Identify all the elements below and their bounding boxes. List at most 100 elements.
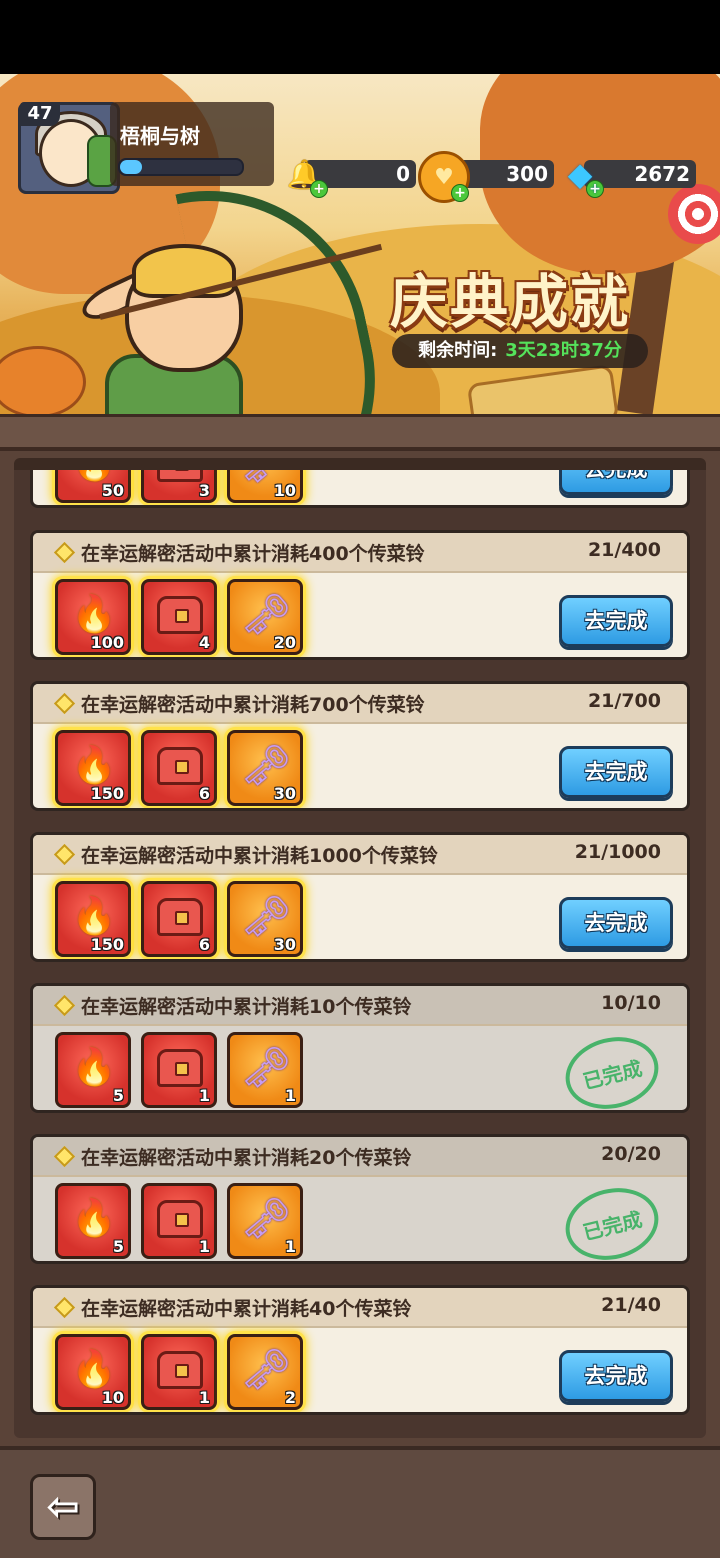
reward-item[interactable]: 🗝 1 [227, 1183, 303, 1259]
reward-quantity: 100 [90, 633, 124, 652]
add-coin-icon[interactable]: + [451, 184, 469, 202]
diamond-bullet-icon [53, 692, 76, 715]
task-card: 在幸运解密活动中累计消耗20个传菜铃 20/20 🔥 5 1 🗝 1 已完成 [30, 1134, 690, 1264]
task-progress: 21/400 [587, 539, 661, 561]
player-name: 梧桐与树 [120, 124, 200, 148]
reward-quantity: 30 [273, 935, 296, 954]
chest-icon [157, 1049, 203, 1087]
reward-quantity: 3 [198, 481, 210, 500]
event-title: 庆典成就 [390, 268, 631, 336]
chest-icon [157, 747, 203, 785]
chest-icon [157, 1200, 203, 1238]
diamond-bullet-icon [53, 541, 76, 564]
fire-icon: 🔥 [71, 594, 117, 635]
currency-coin[interactable]: 300 ♥ + [418, 151, 554, 203]
reward-quantity: 1 [198, 1086, 210, 1105]
reward-item[interactable]: 1 [141, 1032, 217, 1108]
back-button[interactable]: ⇦ [30, 1474, 96, 1540]
reward-quantity: 10 [101, 1388, 124, 1407]
reward-item[interactable]: 🔥 5 [55, 1183, 131, 1259]
task-title: 在幸运解密活动中累计消耗40个传菜铃 [81, 1298, 412, 1320]
list-top-edge [14, 458, 706, 470]
reward-quantity: 50 [101, 481, 124, 500]
reward-item[interactable]: 🗝 30 [227, 881, 303, 957]
task-progress: 20/20 [601, 1143, 661, 1165]
task-title: 在幸运解密活动中累计消耗20个传菜铃 [81, 1147, 412, 1169]
reward-quantity: 4 [198, 633, 210, 652]
reward-item[interactable]: 🗝 1 [227, 1032, 303, 1108]
go-complete-button[interactable]: 去完成 [559, 897, 673, 949]
add-diamond-icon[interactable]: + [586, 180, 604, 198]
level-badge: 47 [20, 102, 60, 126]
scroll-rail [0, 414, 720, 451]
task-header: 在幸运解密活动中累计消耗20个传菜铃 20/20 [33, 1137, 687, 1177]
reward-quantity: 1 [198, 1237, 210, 1256]
fire-icon: 🔥 [71, 896, 117, 937]
currency-diamond[interactable]: 2672 ◆ + [560, 155, 696, 198]
task-progress: 10/10 [601, 992, 661, 1014]
reward-item[interactable]: 4 [141, 579, 217, 655]
task-progress: 21/40 [601, 1294, 661, 1316]
reward-item[interactable]: 6 [141, 881, 217, 957]
bell-icon: 🔔 + [282, 152, 328, 198]
fire-icon: 🔥 [71, 1198, 117, 1239]
task-title: 在幸运解密活动中累计消耗400个传菜铃 [81, 543, 425, 565]
task-progress: 21/1000 [574, 841, 661, 863]
reward-quantity: 5 [112, 1237, 124, 1256]
reward-quantity: 6 [198, 935, 210, 954]
reward-item[interactable]: 1 [141, 1334, 217, 1410]
countdown-timer: 剩余时间: 3天23时37分 [392, 334, 648, 368]
name-plate: 梧桐与树 [110, 102, 274, 186]
task-progress: 21/700 [587, 690, 661, 712]
status-bar [0, 0, 720, 74]
reward-item[interactable]: 🔥 100 [55, 579, 131, 655]
player-panel[interactable]: 47 梧桐与树 [18, 102, 274, 194]
reward-quantity: 1 [198, 1388, 210, 1407]
reward-item[interactable]: 🔥 150 [55, 881, 131, 957]
reward-item[interactable]: 🗝 20 [227, 579, 303, 655]
reward-item[interactable]: 1 [141, 1183, 217, 1259]
task-card: 在幸运解密活动中累计消耗40个传菜铃 21/40 🔥 10 1 🗝 2 去完成 [30, 1285, 690, 1415]
reward-item[interactable]: 🔥 150 [55, 730, 131, 806]
task-title: 在幸运解密活动中累计消耗700个传菜铃 [81, 694, 425, 716]
go-complete-button[interactable]: 去完成 [559, 595, 673, 647]
diamond-bullet-icon [53, 994, 76, 1017]
reward-quantity: 30 [273, 784, 296, 803]
diamond-bullet-icon [53, 1296, 76, 1319]
reward-quantity: 1 [284, 1237, 296, 1256]
reward-item[interactable]: 6 [141, 730, 217, 806]
chest-icon [157, 596, 203, 634]
task-title: 在幸运解密活动中累计消耗10个传菜铃 [81, 996, 412, 1018]
task-card: 在幸运解密活动中累计消耗1000个传菜铃 21/1000 🔥 150 6 🗝 30 去完成 [30, 832, 690, 962]
go-complete-button[interactable]: 去完成 [559, 746, 673, 798]
reward-item[interactable]: 🗝 30 [227, 730, 303, 806]
currency-bell[interactable]: 0 🔔 + [284, 158, 416, 198]
reward-item[interactable]: 🔥 5 [55, 1032, 131, 1108]
chest-icon [157, 1351, 203, 1389]
reward-quantity: 2 [284, 1388, 296, 1407]
reward-item[interactable]: 🗝 2 [227, 1334, 303, 1410]
key-icon: 🗝 [240, 742, 292, 789]
fire-icon: 🔥 [71, 1349, 117, 1390]
key-icon: 🗝 [240, 1195, 292, 1242]
fire-icon: 🔥 [71, 1047, 117, 1088]
diamond-icon: ◆ + [558, 152, 604, 198]
bottom-bar: ⇦ [0, 1446, 720, 1558]
reward-quantity: 20 [273, 633, 296, 652]
reward-quantity: 150 [90, 784, 124, 803]
completed-stamp: 已完成 [557, 1027, 667, 1110]
task-card: 在幸运解密活动中累计消耗700个传菜铃 21/700 🔥 150 6 🗝 30 去完成 [30, 681, 690, 811]
diamond-bullet-icon [53, 1145, 76, 1168]
add-bell-icon[interactable]: + [310, 180, 328, 198]
coin-icon: ♥ + [418, 151, 470, 203]
fire-icon: 🔥 [71, 745, 117, 786]
reward-quantity: 6 [198, 784, 210, 803]
back-arrow-icon: ⇦ [46, 1484, 80, 1530]
reward-quantity: 150 [90, 935, 124, 954]
key-icon: 🗝 [240, 591, 292, 638]
go-complete-button[interactable]: 去完成 [559, 1350, 673, 1402]
task-list[interactable]: 🔥 50 3 🗝 10 去完成 在幸运解密活动中累计消耗400个传菜铃 21/400 🔥 100 4… [14, 460, 706, 1438]
reward-item[interactable]: 🔥 10 [55, 1334, 131, 1410]
archer-character [60, 161, 405, 414]
exp-bar [118, 158, 244, 176]
